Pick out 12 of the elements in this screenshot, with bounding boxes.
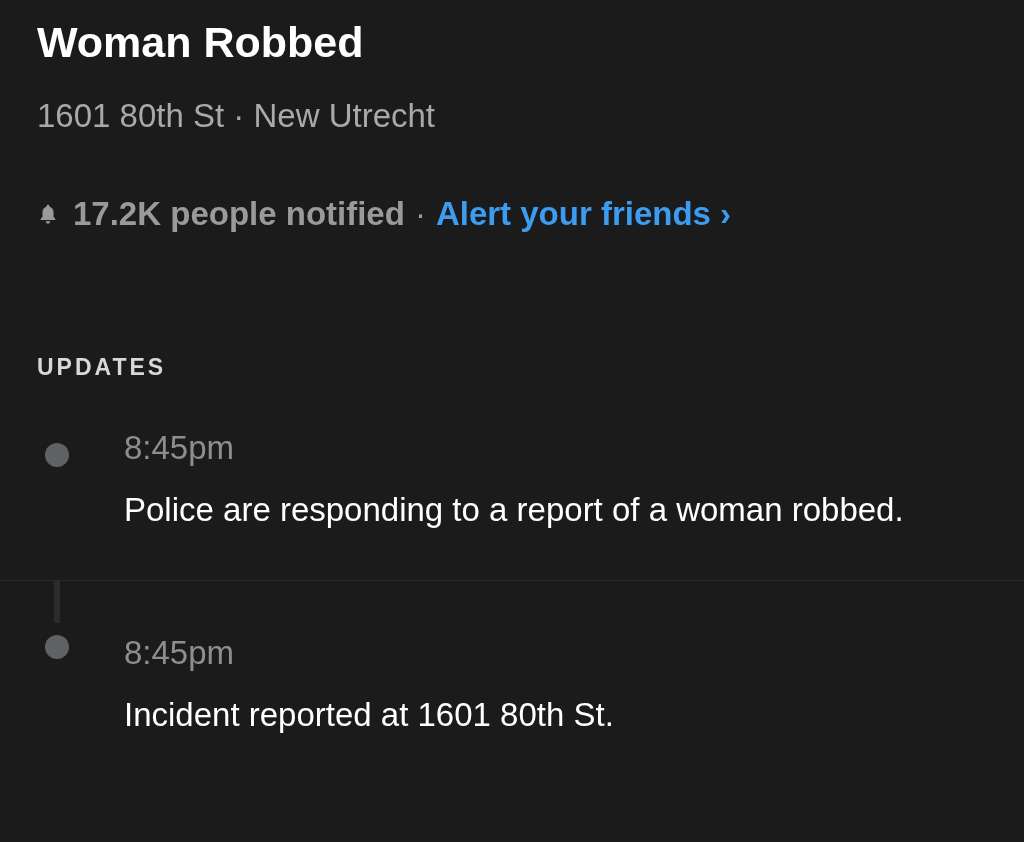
timeline-dot <box>45 635 69 659</box>
incident-title: Woman Robbed <box>37 17 365 68</box>
incident-address: 1601 80th St · New Utrecht <box>37 96 437 136</box>
notified-count: 17.2K people notified <box>73 194 405 234</box>
update-text: Incident reported at 1601 80th St. <box>124 695 614 735</box>
separator-dot: · <box>414 194 426 234</box>
alert-friends-link[interactable]: Alert your friends › <box>435 192 732 236</box>
updates-heading: UPDATES <box>36 353 168 382</box>
timeline-dot <box>45 443 69 467</box>
update-text: Police are responding to a report of a woman robbed. <box>124 490 904 530</box>
update-time: 8:45pm <box>124 633 236 673</box>
update-time: 8:45pm <box>124 428 236 468</box>
